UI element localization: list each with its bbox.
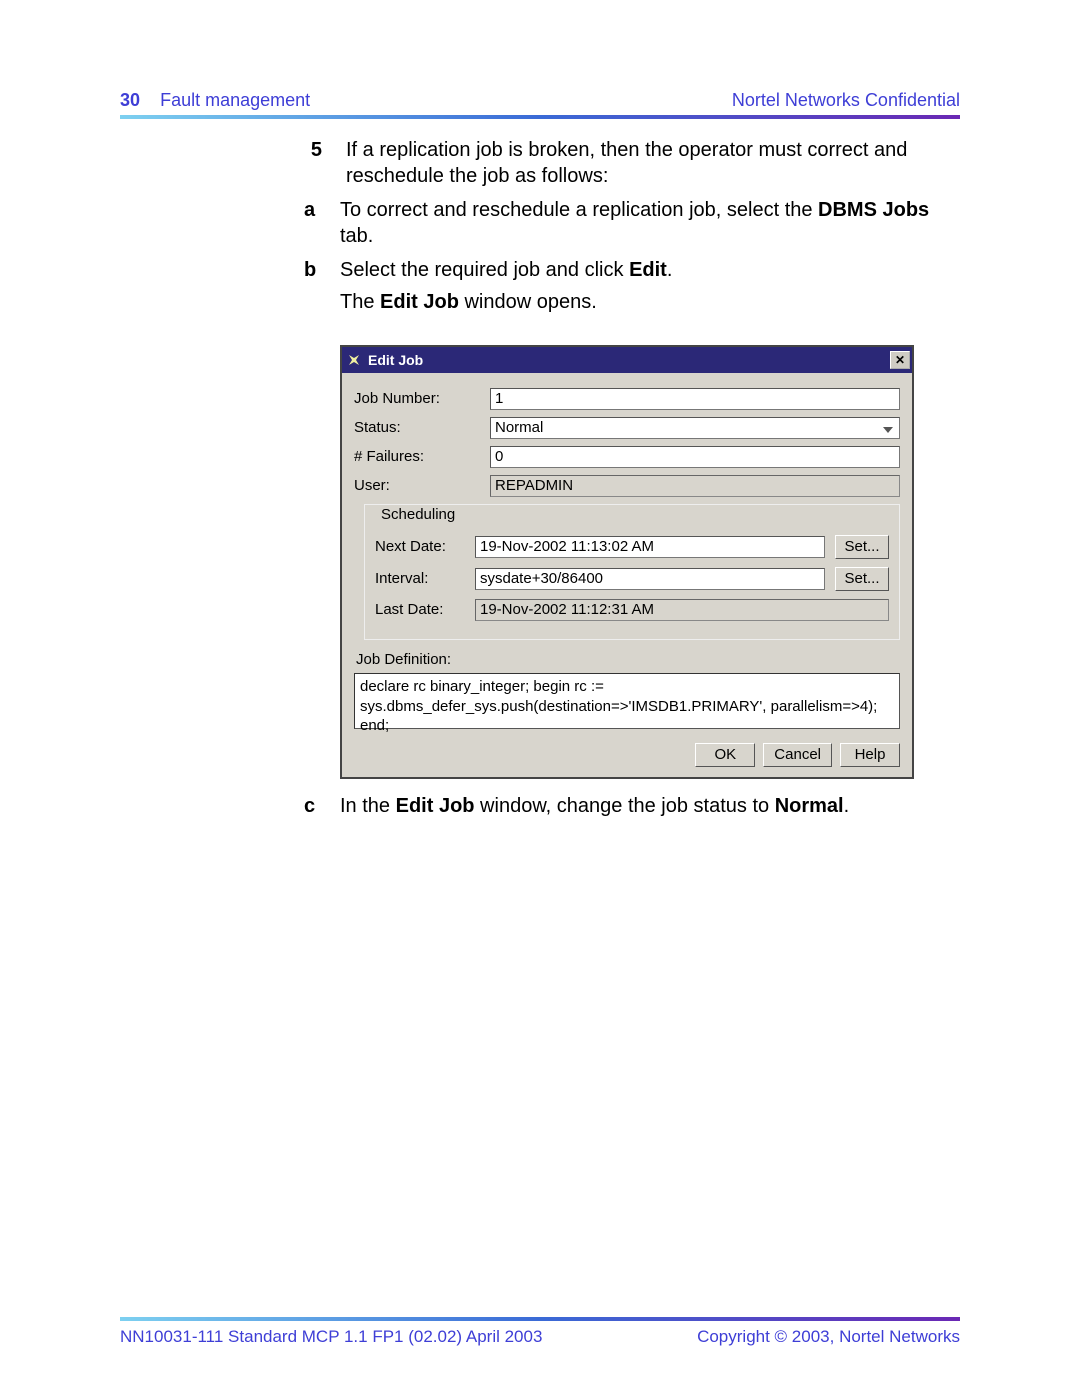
status-select[interactable]: Normal: [490, 417, 900, 439]
header-rule: [120, 115, 960, 119]
dialog-titlebar[interactable]: Edit Job ✕: [342, 347, 912, 373]
next-date-set-button[interactable]: Set...: [835, 535, 889, 559]
substep-letter: a: [304, 197, 322, 249]
scheduling-group: Scheduling Next Date: 19-Nov-2002 11:13:…: [364, 504, 900, 640]
status-label: Status:: [354, 418, 474, 438]
step-5: 5 If a replication job is broken, then t…: [304, 137, 960, 189]
footer-right: Copyright © 2003, Nortel Networks: [697, 1327, 960, 1347]
interval-field[interactable]: sysdate+30/86400: [475, 568, 825, 590]
substep-b-text: Select the required job and click Edit.: [340, 257, 960, 283]
page-number: 30: [120, 90, 140, 110]
page-footer: NN10031-111 Standard MCP 1.1 FP1 (02.02)…: [120, 1317, 960, 1347]
header-confidential: Nortel Networks Confidential: [732, 90, 960, 111]
footer-rule: [120, 1317, 960, 1321]
failures-field[interactable]: 0: [490, 446, 900, 468]
substep-a-text: To correct and reschedule a replication …: [340, 197, 960, 249]
header-left: 30 Fault management: [120, 90, 310, 111]
step-number: 5: [304, 137, 322, 189]
next-date-field[interactable]: 19-Nov-2002 11:13:02 AM: [475, 536, 825, 558]
substep-a: a To correct and reschedule a replicatio…: [304, 197, 960, 249]
wizard-icon: [346, 352, 362, 368]
section-title: Fault management: [160, 90, 310, 110]
failures-label: # Failures:: [354, 447, 474, 467]
interval-label: Interval:: [375, 569, 465, 589]
substep-b: b Select the required job and click Edit…: [304, 257, 960, 283]
dialog-title: Edit Job: [368, 351, 423, 369]
interval-set-button[interactable]: Set...: [835, 567, 889, 591]
substep-letter: c: [304, 793, 322, 819]
cancel-button[interactable]: Cancel: [763, 743, 832, 767]
edit-job-dialog: Edit Job ✕ Job Number: 1 Status:: [340, 345, 914, 779]
substep-c-text: In the Edit Job window, change the job s…: [340, 793, 960, 819]
substep-letter: b: [304, 257, 322, 283]
ok-button[interactable]: OK: [695, 743, 755, 767]
jobdef-textarea[interactable]: declare rc binary_integer; begin rc := s…: [354, 673, 900, 729]
close-icon: ✕: [895, 354, 905, 366]
close-button[interactable]: ✕: [890, 351, 910, 369]
footer-left: NN10031-111 Standard MCP 1.1 FP1 (02.02)…: [120, 1327, 542, 1347]
user-field: REPADMIN: [490, 475, 900, 497]
help-button[interactable]: Help: [840, 743, 900, 767]
user-label: User:: [354, 476, 474, 496]
page-header: 30 Fault management Nortel Networks Conf…: [120, 90, 960, 111]
scheduling-legend: Scheduling: [375, 505, 461, 525]
substep-b-result: The Edit Job window opens.: [340, 289, 960, 315]
next-date-label: Next Date:: [375, 537, 465, 557]
job-number-field[interactable]: 1: [490, 388, 900, 410]
last-date-label: Last Date:: [375, 600, 465, 620]
last-date-field: 19-Nov-2002 11:12:31 AM: [475, 599, 889, 621]
job-number-label: Job Number:: [354, 389, 474, 409]
substep-c: c In the Edit Job window, change the job…: [304, 793, 960, 819]
jobdef-label: Job Definition:: [356, 650, 898, 670]
step-text: If a replication job is broken, then the…: [346, 137, 960, 189]
